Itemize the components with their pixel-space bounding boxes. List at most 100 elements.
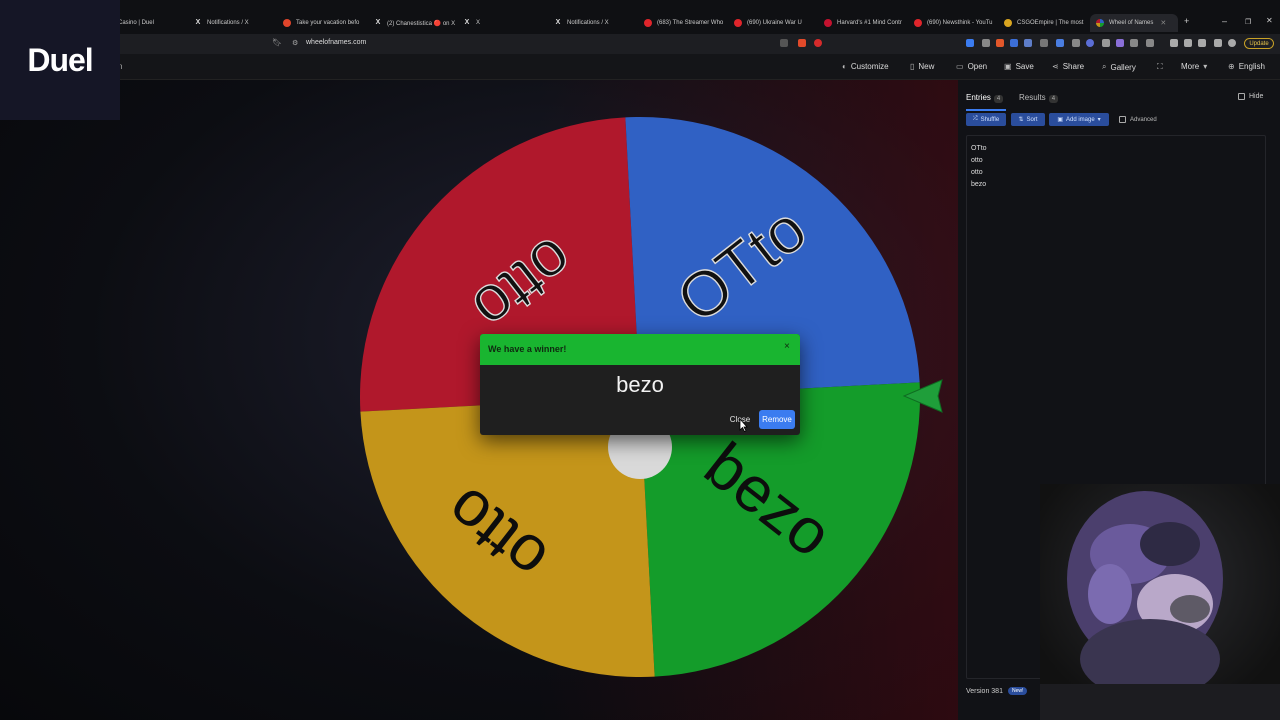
tab-label: Casino | Duel — [118, 20, 154, 26]
sidebar-toggle-icon[interactable] — [1170, 39, 1178, 47]
fullscreen-button[interactable]: ⛶ — [1157, 62, 1163, 72]
screen: Casino | Duel X Notifications / X Take y… — [0, 0, 1280, 720]
globe-icon: ⊕ — [1228, 62, 1235, 71]
language-button[interactable]: ⊕ English — [1228, 62, 1265, 71]
new-button[interactable]: ▯ New — [910, 62, 934, 71]
extension-icon[interactable] — [996, 39, 1004, 47]
extension-icon[interactable] — [1024, 39, 1032, 47]
tab-chanestistica-x[interactable]: X (2) Chanestisticа 🔴 on X — [374, 14, 456, 32]
extension-icon[interactable] — [1146, 39, 1154, 47]
customize-button[interactable]: ◐ Customize — [842, 62, 889, 71]
file-icon: ▯ — [910, 62, 915, 71]
tab-casino-duel[interactable]: Casino | Duel — [118, 14, 190, 32]
palette-icon: ◐ — [842, 62, 847, 71]
profile-icon[interactable] — [1228, 39, 1236, 47]
extension-icon[interactable] — [1086, 39, 1094, 47]
tab-entries[interactable]: Entries 4 — [966, 93, 1004, 103]
tab-ukraine-youtube[interactable]: (690) Ukraine War U — [734, 14, 816, 32]
sort-button[interactable]: ⇅ Sort — [1011, 113, 1045, 126]
extension-icon[interactable] — [1130, 39, 1138, 47]
site-info-icon[interactable]: ⚙︎ — [292, 39, 298, 47]
tab-label: X — [476, 20, 481, 26]
save-label: Save — [1015, 62, 1034, 71]
tab-label: (683) The Streamer Who — [657, 20, 724, 26]
results-count-badge: 4 — [1048, 95, 1059, 103]
tab-notifications-x-2[interactable]: X Notifications / X — [554, 14, 636, 32]
remove-button[interactable]: Remove — [759, 410, 795, 429]
tab-csgoempire[interactable]: CSGOEmpire | The most — [1004, 14, 1086, 32]
tab-x[interactable]: X X — [463, 14, 543, 32]
tab-label: Harvard's #1 Mind Contr — [837, 20, 902, 26]
language-label: English — [1238, 62, 1265, 71]
gallery-button[interactable]: ⌕ Gallery — [1102, 62, 1136, 72]
tab-label: (690) Newsthink - YouTu — [927, 20, 993, 26]
save-button[interactable]: ▣ Save — [1004, 62, 1034, 71]
extension-icon[interactable] — [1116, 39, 1124, 47]
close-icon[interactable]: × — [784, 341, 790, 352]
version-info: Version 381 New! — [966, 687, 1028, 695]
fullscreen-icon: ⛶ — [1157, 62, 1163, 71]
x-icon: X — [464, 19, 470, 26]
folder-icon: ▭ — [956, 62, 964, 71]
entry-line: otto — [971, 157, 983, 164]
gallery-label: Gallery — [1110, 62, 1136, 72]
bookmark-icon[interactable]: 🔖︎ — [272, 38, 282, 47]
new-tab-button[interactable]: + — [1184, 16, 1189, 26]
extension-icon[interactable] — [1072, 39, 1080, 47]
close-window-button[interactable]: ✕ — [1266, 16, 1273, 25]
maximize-button[interactable]: ❐ — [1245, 18, 1251, 26]
winner-name: bezo — [616, 372, 664, 397]
tab-label: (690) Ukraine War U — [747, 20, 802, 26]
tab-streamer-youtube[interactable]: (683) The Streamer Who — [644, 14, 728, 32]
entry-line: otto — [971, 169, 983, 176]
tab-label: Notifications / X — [207, 20, 249, 26]
extension-icon[interactable] — [982, 39, 990, 47]
extension-icon[interactable] — [1056, 39, 1064, 47]
tab-wheel-of-names[interactable]: Wheel of Names ✕ — [1090, 14, 1178, 32]
add-image-button[interactable]: ▣ Add image ▾ — [1049, 113, 1109, 126]
extension-icon[interactable] — [1010, 39, 1018, 47]
tab-newsthink-youtube[interactable]: (690) Newsthink - YouTu — [914, 14, 998, 32]
add-image-label: Add image — [1065, 116, 1095, 123]
streamer-image — [1040, 491, 1280, 720]
extension-icon[interactable] — [1040, 39, 1048, 47]
close-tab-icon[interactable]: ✕ — [1160, 19, 1166, 27]
entries-count-badge: 4 — [993, 95, 1004, 103]
tab-notifications-x[interactable]: X Notifications / X — [194, 14, 274, 32]
wallet-icon[interactable] — [1214, 39, 1222, 47]
more-menu-button[interactable]: More ▾ — [1181, 62, 1207, 71]
extension-icon[interactable] — [1102, 39, 1110, 47]
tab-harvard[interactable]: Harvard's #1 Mind Contr — [824, 14, 908, 32]
update-button[interactable]: Update — [1244, 38, 1274, 49]
advanced-checkbox[interactable] — [1119, 116, 1126, 123]
shuffle-button[interactable]: ⤮ Shuffle — [966, 113, 1006, 126]
url-field[interactable]: wheelofnames.com — [306, 39, 366, 46]
tab-results[interactable]: Results 4 — [1019, 93, 1059, 103]
tab-label: Take your vacation befo — [296, 20, 360, 26]
share-page-icon[interactable] — [780, 39, 788, 47]
share-icon: ⋖ — [1052, 62, 1059, 71]
duel-logo: Duel — [0, 0, 120, 120]
panel-icon[interactable] — [1198, 39, 1206, 47]
extension-icon[interactable] — [966, 39, 974, 47]
new-badge[interactable]: New! — [1007, 687, 1028, 695]
tab-vacation[interactable]: Take your vacation befo — [283, 14, 365, 32]
entry-line: bezo — [971, 181, 987, 188]
tab-label: Notifications / X — [567, 20, 609, 26]
brave-rewards-icon[interactable] — [814, 39, 822, 47]
brave-shield-icon[interactable] — [798, 39, 806, 47]
hide-checkbox[interactable] — [1238, 93, 1245, 100]
advanced-toggle[interactable]: Advanced — [1119, 116, 1157, 123]
youtube-icon — [644, 19, 652, 27]
hide-toggle[interactable]: Hide — [1238, 93, 1263, 100]
x-icon: X — [375, 19, 381, 26]
winner-dialog-title: We have a winner! — [488, 344, 567, 354]
image-icon: ▣ — [1057, 117, 1063, 123]
sidebar-icon[interactable] — [1184, 39, 1192, 47]
x-icon: X — [555, 19, 561, 26]
minimize-button[interactable]: – — [1222, 16, 1227, 26]
entries-list: OTto otto otto bezo — [967, 136, 1265, 191]
open-button[interactable]: ▭ Open — [956, 62, 987, 71]
browser-tab-bar: Casino | Duel X Notifications / X Take y… — [0, 0, 1280, 34]
share-button[interactable]: ⋖ Share — [1052, 62, 1084, 71]
